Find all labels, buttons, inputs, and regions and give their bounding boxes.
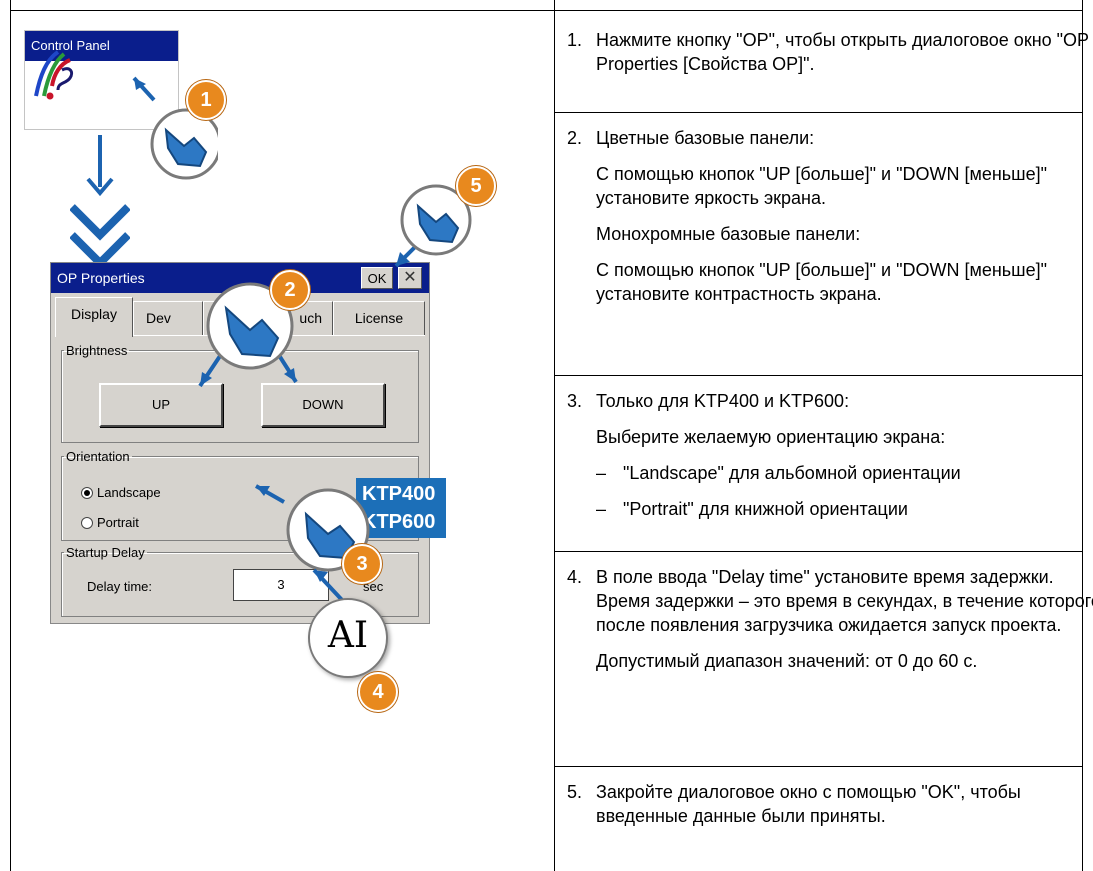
step-text: Только для KTP400 и KTP600:: [596, 391, 850, 411]
step-4: 4. В поле ввода "Delay time" установите …: [567, 565, 1093, 673]
control-panel-icon[interactable]: [28, 46, 78, 101]
portrait-radio[interactable]: Portrait: [81, 515, 139, 530]
step-text: Цветные базовые панели:: [596, 128, 815, 148]
brightness-legend: Brightness: [66, 343, 128, 358]
step-text: Выберите желаемую ориентацию экрана:: [596, 427, 946, 447]
keyboard-input-icon: AI: [308, 598, 388, 678]
step-5: 5. Закройте диалоговое окно с помощью "O…: [567, 780, 1093, 828]
step-text: Нажмите кнопку "OP", чтобы открыть диало…: [596, 30, 1089, 74]
step-divider: [555, 112, 1082, 113]
callout-number-4: 4: [358, 672, 398, 712]
list-item: – "Portrait" для книжной ориентации: [596, 499, 908, 519]
step-1: 1. Нажмите кнопку "OP", чтобы открыть ди…: [567, 28, 1093, 76]
step-2: 2. Цветные базовые панели: С помощью кно…: [567, 126, 1093, 306]
step-number: 2.: [567, 128, 583, 148]
startup-delay-legend: Startup Delay: [66, 545, 145, 560]
table-border-top: [10, 10, 1083, 11]
pointer-arrow-icon: [312, 568, 344, 602]
delay-time-label: Delay time:: [87, 579, 153, 594]
step-divider: [555, 766, 1082, 767]
orientation-legend: Orientation: [66, 449, 130, 464]
landscape-label: Landscape: [97, 485, 161, 500]
landscape-radio[interactable]: Landscape: [81, 485, 161, 500]
step-number: 1.: [567, 30, 583, 50]
step-number: 4.: [567, 567, 583, 587]
step-3: 3. Только для KTP400 и KTP600: Выберите …: [567, 389, 1093, 521]
step-divider: [555, 375, 1082, 376]
callout-number-2: 2: [270, 270, 310, 310]
list-item: – "Landscape" для альбомной ориентации: [596, 463, 961, 483]
step-text: В поле ввода "Delay time" установите вре…: [596, 567, 1093, 635]
radio-selected-icon: [81, 486, 93, 499]
callout-number-5: 5: [456, 166, 496, 206]
tab-license[interactable]: License: [333, 301, 425, 335]
step-text: Монохромные базовые панели:: [596, 224, 861, 244]
table-border-left: [10, 0, 11, 871]
radio-unselected-icon: [81, 516, 93, 529]
dialog-title: OP Properties: [57, 270, 145, 286]
table-divider: [554, 0, 555, 871]
portrait-label: Portrait: [97, 515, 139, 530]
step-text: С помощью кнопок "UP [больше]" и "DOWN […: [596, 260, 1047, 304]
step-text: Допустимый диапазон значений: от 0 до 60…: [596, 651, 978, 671]
step-text: Закройте диалоговое окно с помощью "OK",…: [596, 782, 1021, 826]
callout-number-1: 1: [186, 80, 226, 120]
step-text: С помощью кнопок "UP [больше]" и "DOWN […: [596, 164, 1047, 208]
step-divider: [555, 551, 1082, 552]
step-number: 5.: [567, 782, 583, 802]
tab-display[interactable]: Display: [55, 297, 133, 337]
step-number: 3.: [567, 391, 583, 411]
